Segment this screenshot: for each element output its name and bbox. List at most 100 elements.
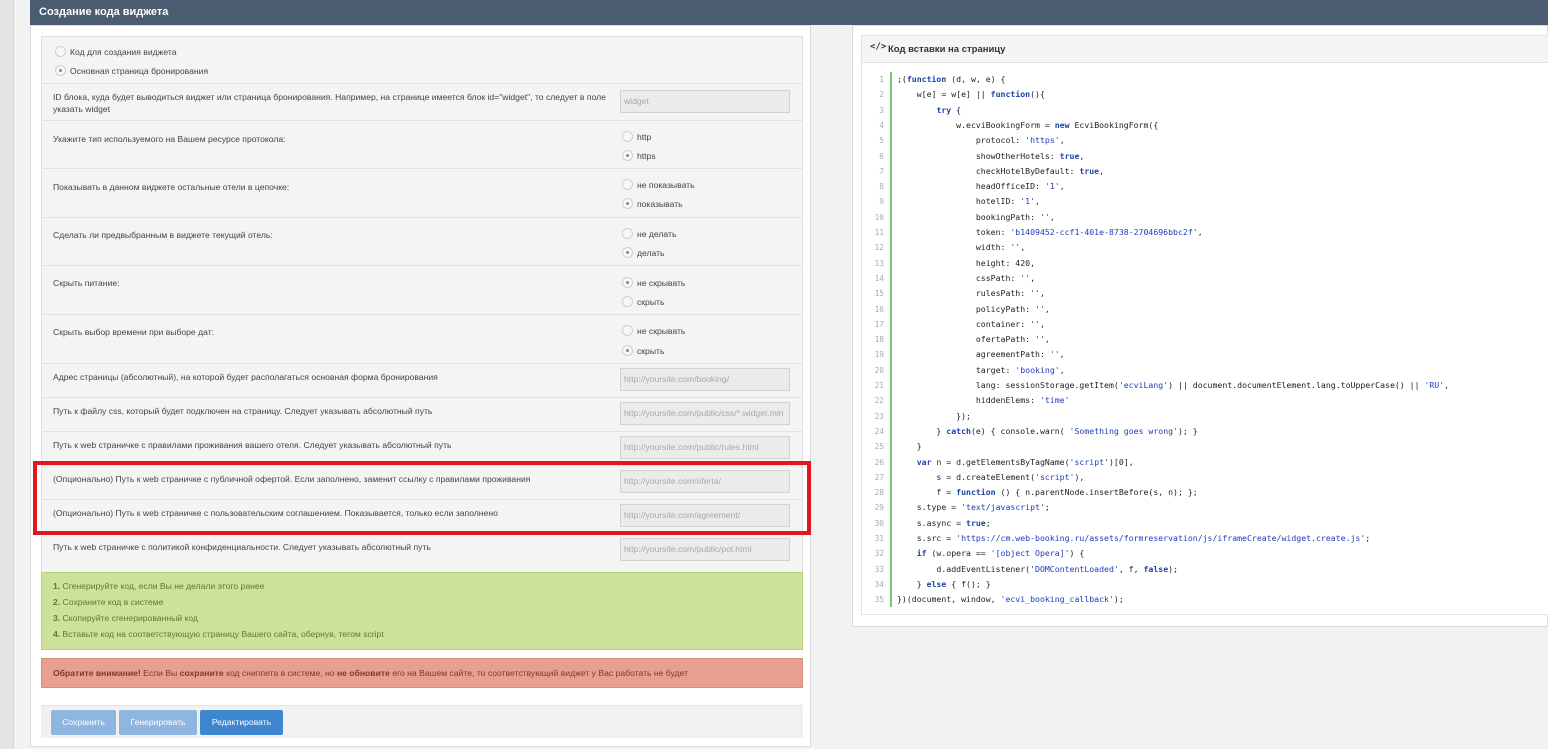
line-number: 25 [874, 442, 884, 452]
radio-label: делать [637, 248, 665, 258]
line-number: 23 [874, 411, 884, 421]
code-line: if (w.opera == '[object Opera]') { [916, 548, 1085, 559]
line-number: 13 [874, 258, 884, 268]
save-button[interactable]: Сохранить [51, 710, 116, 735]
radio-indicator [622, 296, 633, 307]
line-number: 5 [879, 136, 884, 146]
code-line: })(document, window, 'ecvi_booking_callb… [897, 594, 1124, 605]
line-number: 26 [874, 457, 884, 467]
code-line: checkHotelByDefault: true, [897, 165, 1105, 176]
line-number: 17 [874, 319, 884, 329]
radio-label: Основная страница бронирования [70, 66, 209, 76]
radio-label: не делать [637, 229, 677, 239]
line-number: 27 [874, 472, 884, 482]
code-line: height: 420, [897, 257, 1036, 268]
row-label: Сделать ли предвыбранным в виджете текущ… [53, 230, 273, 240]
code-line: var n = d.getElementsByTagName('script')… [916, 456, 1134, 467]
row-hide-time: Скрыть выбор времени при выборе дат: не … [42, 314, 802, 363]
css-path-input[interactable]: http://yoursite.com/public/css/*.widget.… [620, 402, 790, 425]
code-line: width: '', [897, 242, 1026, 253]
row-rules-path: Путь к web страничке с правилами прожива… [42, 431, 802, 465]
row-other-hotels: Показывать в данном виджете остальные от… [42, 168, 802, 217]
instruction-step: 3. Скопируйте сгенерированный код [53, 613, 198, 623]
widget-settings-panel: Код для создания виджета Основная страни… [30, 25, 811, 747]
code-line: policyPath: '', [897, 303, 1050, 314]
block-id-input[interactable]: widget [620, 90, 790, 113]
line-number: 7 [879, 166, 884, 176]
code-line: try { [936, 104, 962, 115]
line-number: 3 [879, 105, 884, 115]
line-number-gutter: 1 2 3 4 5 6 7 8 9 10 11 12 13 14 15 16 17 18 19 20 21 22 23 24 2… [870, 72, 892, 607]
instruction-step: 1. Сгенерируйте код, если Вы не делали э… [53, 581, 265, 591]
radio-label: http [637, 132, 652, 142]
radio-label: показывать [637, 199, 683, 209]
left-edge-strip [0, 0, 14, 749]
line-number: 24 [874, 426, 884, 436]
row-booking-url: Адрес страницы (абсолютный), на которой … [42, 363, 802, 397]
line-number: 16 [874, 304, 884, 314]
row-label: Показывать в данном виджете остальные от… [53, 182, 290, 192]
row-label: Укажите тип используемого на Вашем ресур… [53, 134, 286, 144]
line-number: 11 [874, 228, 884, 237]
line-number: 22 [874, 396, 884, 406]
booking-url-input[interactable]: http://yoursite.com/booking/ [620, 368, 790, 391]
line-number: 1 [879, 75, 884, 84]
code-line: } [897, 441, 922, 452]
row-label: Путь к файлу css, который будет подключе… [53, 406, 433, 416]
code-line: headOfficeID: '1', [897, 181, 1065, 192]
code-line: s = d.createElement('script'), [897, 471, 1085, 482]
line-number: 15 [874, 289, 884, 299]
line-number: 31 [874, 534, 884, 543]
code-line: target: 'booking', [897, 364, 1065, 375]
line-number: 30 [874, 518, 884, 528]
radio-indicator [622, 131, 633, 142]
radio-label: не скрывать [637, 278, 686, 288]
code-line: container: '', [897, 318, 1045, 329]
code-line: d.addEventListener('DOMContentLoaded', f… [897, 563, 1178, 574]
code-icon: </> [870, 42, 887, 52]
policy-path-input[interactable]: http://yoursite.com/public/pol.html [620, 538, 790, 561]
code-line: w.ecviBookingForm = new EcviBookingForm(… [897, 119, 1159, 130]
line-number: 21 [874, 381, 884, 390]
code-line: rulesPath: '', [897, 288, 1045, 299]
row-preselect-hotel: Сделать ли предвыбранным в виджете текущ… [42, 217, 802, 265]
radio-label: скрыть [637, 297, 665, 307]
code-line: } catch(e) { console.warn( 'Something go… [897, 425, 1198, 436]
line-number: 35 [874, 595, 884, 605]
radio-label: https [637, 151, 656, 161]
code-line: w[e] = w[e] || function(){ [897, 89, 1045, 100]
code-line: s.type = 'text/javascript'; [897, 502, 1050, 513]
line-number: 2 [879, 90, 884, 100]
generate-button[interactable]: Генерировать [119, 710, 197, 735]
code-line: protocol: 'https', [897, 135, 1065, 146]
radio-indicator [55, 46, 66, 57]
line-number: 34 [874, 579, 884, 589]
radio-label: скрыть [637, 346, 665, 356]
edit-button[interactable]: Редактировать [200, 710, 283, 735]
line-number: 4 [879, 120, 884, 130]
code-line: bookingPath: '', [897, 211, 1055, 222]
code-line: hiddenElems: 'time' [897, 395, 1070, 406]
radio-indicator [622, 345, 633, 356]
code-box: </> Код вставки на страницу 1 2 3 4 5 6 7 8 9 10 1… [861, 35, 1548, 615]
instruction-step: 2. Сохраните код в системе [53, 597, 164, 607]
radio-indicator [622, 247, 633, 258]
code-panel-header: </> Код вставки на страницу [862, 36, 1548, 63]
row-label: Путь к web страничке с политикой конфиде… [53, 542, 431, 552]
code-line: hotelID: '1', [897, 196, 1040, 207]
line-number: 19 [874, 350, 884, 360]
line-number: 33 [874, 564, 884, 574]
row-label: Путь к web страничке с правилами прожива… [53, 440, 452, 450]
row-label: Адрес страницы (абсолютный), на которой … [53, 372, 438, 382]
warning-box: Обратите внимание! Если Вы сохраните код… [41, 658, 803, 688]
row-policy-path: Путь к web страничке с политикой конфиде… [42, 533, 802, 567]
line-number: 12 [874, 243, 884, 253]
line-number: 8 [879, 182, 884, 192]
page-title: Создание кода виджета [39, 6, 169, 18]
page-header: Создание кода виджета [30, 0, 1548, 25]
line-number: 14 [874, 273, 884, 283]
code-line: ofertaPath: '', [897, 334, 1050, 345]
rules-path-input[interactable]: http://yoursite.com/public/rules.html [620, 436, 790, 459]
radio-label: не скрывать [637, 326, 686, 336]
row-css-path: Путь к файлу css, который будет подключе… [42, 397, 802, 431]
